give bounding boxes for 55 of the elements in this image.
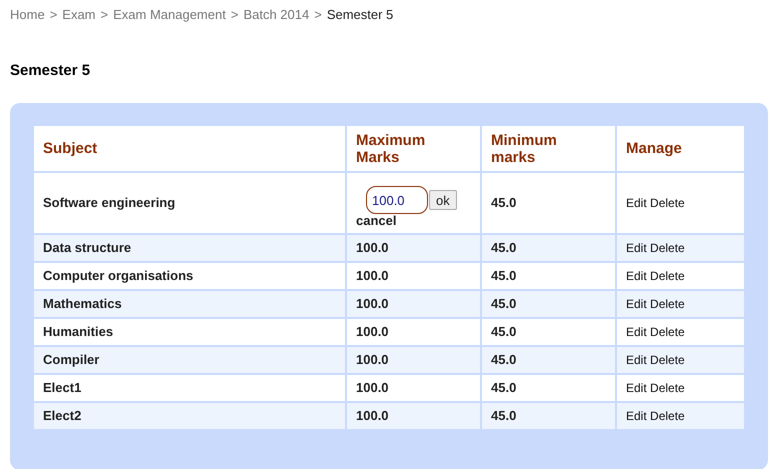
column-header: Subject: [43, 140, 98, 157]
max-marks-cell: 100.0: [356, 408, 389, 424]
cancel-link[interactable]: cancel: [356, 214, 396, 228]
delete-link[interactable]: Delete: [650, 353, 685, 367]
subject-cell: Data structure: [43, 240, 132, 256]
edit-link[interactable]: Edit: [626, 353, 647, 367]
column-header: Manage: [626, 140, 683, 157]
delete-link[interactable]: Delete: [650, 297, 685, 311]
edit-link[interactable]: Edit: [626, 196, 647, 210]
max-marks-input[interactable]: 100.0: [366, 186, 428, 214]
breadcrumb-separator: >: [314, 6, 322, 24]
column-header: Minimum marks: [491, 132, 558, 166]
min-marks-cell: 45.0: [491, 240, 516, 256]
edit-link[interactable]: Edit: [626, 269, 647, 283]
breadcrumb-link[interactable]: Home: [10, 5, 45, 24]
delete-link[interactable]: Delete: [650, 381, 685, 395]
delete-link[interactable]: Delete: [650, 325, 685, 339]
edit-link[interactable]: Edit: [626, 325, 647, 339]
edit-link[interactable]: Edit: [626, 297, 647, 311]
delete-link[interactable]: Delete: [650, 196, 685, 210]
min-marks-cell: 45.0: [491, 268, 516, 284]
delete-link[interactable]: Delete: [650, 409, 685, 423]
min-marks-cell: 45.0: [491, 380, 516, 396]
subject-cell: Computer organisations: [43, 268, 194, 284]
max-marks-cell: 100.0: [356, 268, 389, 284]
breadcrumb-link[interactable]: Exam Management: [113, 5, 226, 24]
min-marks-cell: 45.0: [491, 296, 516, 312]
max-marks-cell: 100.0: [356, 380, 389, 396]
min-marks-cell: 45.0: [491, 408, 516, 424]
breadcrumb-link[interactable]: Exam: [62, 5, 96, 24]
delete-link[interactable]: Delete: [650, 269, 685, 283]
column-header: Maximum Marks: [356, 132, 426, 166]
max-marks-cell: 100.0: [356, 296, 389, 312]
ok-button[interactable]: ok: [429, 190, 457, 210]
subject-cell: Humanities: [43, 324, 114, 340]
breadcrumb-separator: >: [230, 6, 238, 24]
subject-cell: Elect2: [43, 408, 82, 424]
max-marks-cell: 100.0: [356, 352, 389, 368]
min-marks-cell: 45.0: [491, 352, 516, 368]
max-marks-cell: 100.0: [356, 240, 389, 256]
min-marks-cell: 45.0: [491, 195, 516, 210]
max-marks-cell: 100.0: [356, 324, 389, 340]
min-marks-cell: 45.0: [491, 324, 516, 340]
breadcrumb-separator: >: [100, 6, 108, 24]
page-title: Semester 5: [10, 60, 92, 80]
subject-cell: Software engineering: [43, 195, 176, 210]
subject-cell: Elect1: [43, 380, 82, 396]
subject-cell: Compiler: [43, 352, 100, 368]
breadcrumb-separator: >: [50, 6, 58, 24]
delete-link[interactable]: Delete: [650, 241, 685, 255]
subject-cell: Mathematics: [43, 296, 122, 312]
edit-link[interactable]: Edit: [626, 381, 647, 395]
breadcrumb-link[interactable]: Batch 2014: [243, 5, 310, 24]
edit-link[interactable]: Edit: [626, 241, 647, 255]
edit-link[interactable]: Edit: [626, 409, 647, 423]
